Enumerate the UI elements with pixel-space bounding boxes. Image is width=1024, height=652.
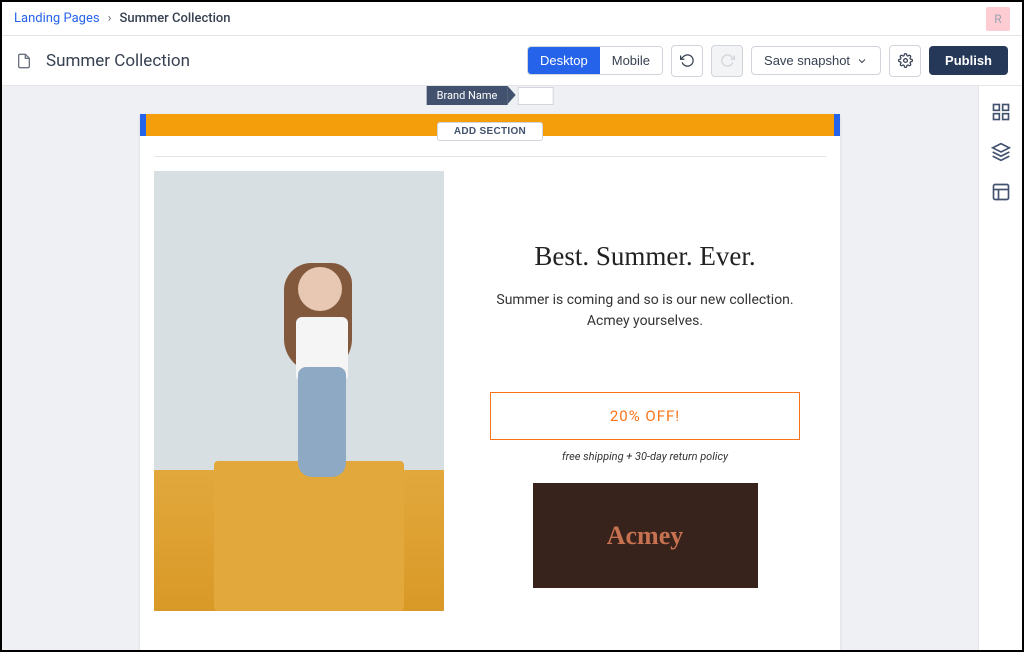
widgets-icon[interactable] xyxy=(991,102,1011,122)
hero-text-column: Best. Summer. Ever. Summer is coming and… xyxy=(464,171,826,611)
breadcrumb: Landing Pages › Summer Collection xyxy=(14,11,231,26)
layout-icon[interactable] xyxy=(991,182,1011,202)
promo-button[interactable]: 20% OFF! xyxy=(490,392,800,440)
chevron-right-icon: › xyxy=(108,11,112,26)
chevron-down-icon xyxy=(856,55,868,67)
undo-icon xyxy=(680,53,695,68)
hero-subtext[interactable]: Summer is coming and so is our new colle… xyxy=(464,290,826,332)
breadcrumb-root-link[interactable]: Landing Pages xyxy=(14,11,100,26)
mobile-view-button[interactable]: Mobile xyxy=(600,47,662,74)
hero-heading[interactable]: Best. Summer. Ever. xyxy=(464,241,826,272)
toolbar: Summer Collection Desktop Mobile Save sn… xyxy=(2,36,1022,86)
right-rail xyxy=(978,86,1022,650)
canvas-area: Brand Name ADD SECTION xyxy=(2,86,978,650)
hero-content: Best. Summer. Ever. Summer is coming and… xyxy=(140,157,840,611)
brand-name-label: Brand Name xyxy=(427,86,508,105)
hero-image-column xyxy=(154,171,444,611)
undo-button[interactable] xyxy=(671,45,703,77)
layers-icon[interactable] xyxy=(991,142,1011,162)
brand-logo-box[interactable]: Acmey xyxy=(533,483,758,588)
breadcrumb-current: Summer Collection xyxy=(119,11,230,26)
brand-name-tag: Brand Name xyxy=(427,86,554,105)
brand-logo-text: Acmey xyxy=(607,521,684,551)
publish-button[interactable]: Publish xyxy=(929,46,1008,75)
breadcrumb-bar: Landing Pages › Summer Collection R xyxy=(2,2,1022,36)
page-canvas[interactable]: ADD SECTION xyxy=(140,114,840,650)
main-area: Brand Name ADD SECTION xyxy=(2,86,1022,650)
add-section-button[interactable]: ADD SECTION xyxy=(437,122,543,141)
page-icon xyxy=(16,53,32,69)
save-snapshot-button[interactable]: Save snapshot xyxy=(751,46,881,75)
brand-name-input[interactable] xyxy=(517,87,553,105)
desktop-view-button[interactable]: Desktop xyxy=(528,47,600,74)
gear-icon xyxy=(898,53,913,68)
settings-button[interactable] xyxy=(889,45,921,77)
hero-image[interactable] xyxy=(154,171,444,611)
shipping-text[interactable]: free shipping + 30-day return policy xyxy=(464,450,826,463)
redo-button[interactable] xyxy=(711,45,743,77)
device-toggle: Desktop Mobile xyxy=(527,46,663,75)
page-title: Summer Collection xyxy=(46,51,190,71)
redo-icon xyxy=(720,53,735,68)
selected-section-bar[interactable]: ADD SECTION xyxy=(140,114,840,136)
avatar[interactable]: R xyxy=(986,7,1010,31)
